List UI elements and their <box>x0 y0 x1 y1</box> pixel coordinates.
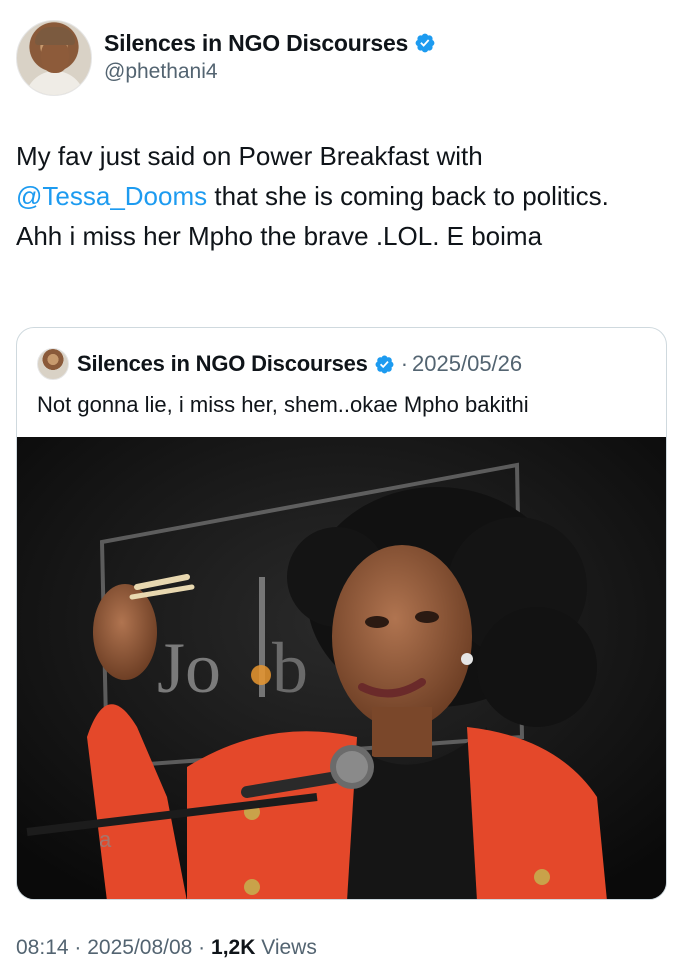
photo-illustration: Jo b a <box>17 437 666 899</box>
views-count[interactable]: 1,2K <box>211 936 255 960</box>
svg-text:b: b <box>272 628 308 708</box>
mention-link[interactable]: @Tessa_Dooms <box>16 181 207 211</box>
verified-badge-icon[interactable] <box>414 32 436 54</box>
svg-text:a: a <box>99 827 112 852</box>
author-handle[interactable]: @phethani4 <box>104 60 218 84</box>
author-display-name[interactable]: Silences in NGO Discourses <box>104 30 408 57</box>
tweet-time[interactable]: 08:14 <box>16 936 69 960</box>
dot-separator: · <box>68 936 88 959</box>
quoted-tweet-header: Silences in NGO Discourses · 2025/05/26 <box>37 346 522 382</box>
quoted-author-avatar <box>37 348 69 380</box>
tweet-meta-footer: 08:14 · 2025/08/08 · 1,2K Views <box>16 936 317 960</box>
tweet-text: My fav just said on Power Breakfast with… <box>16 136 656 256</box>
quoted-tweet-photo[interactable]: Jo b a <box>17 437 666 899</box>
quoted-author-display-name: Silences in NGO Discourses <box>77 351 368 376</box>
quoted-tweet-text: Not gonna lie, i miss her, shem..okae Mp… <box>37 392 529 417</box>
quoted-tweet-card[interactable]: Silences in NGO Discourses · 2025/05/26 … <box>16 327 667 900</box>
tweet-text-part: My fav just said on Power Breakfast with <box>16 141 483 171</box>
author-avatar[interactable] <box>16 20 92 96</box>
quoted-tweet-date: 2025/05/26 <box>412 351 523 376</box>
tweet-date[interactable]: 2025/08/08 <box>87 936 192 960</box>
dot-separator: · <box>400 351 409 376</box>
author-name-line: Silences in NGO Discourses <box>104 28 436 58</box>
dot-separator: · <box>192 936 212 959</box>
tweet-header: Silences in NGO Discourses @phethani4 <box>16 18 666 98</box>
svg-text:Jo: Jo <box>157 628 221 708</box>
verified-badge-icon <box>375 355 394 373</box>
views-label: Views <box>255 936 317 959</box>
